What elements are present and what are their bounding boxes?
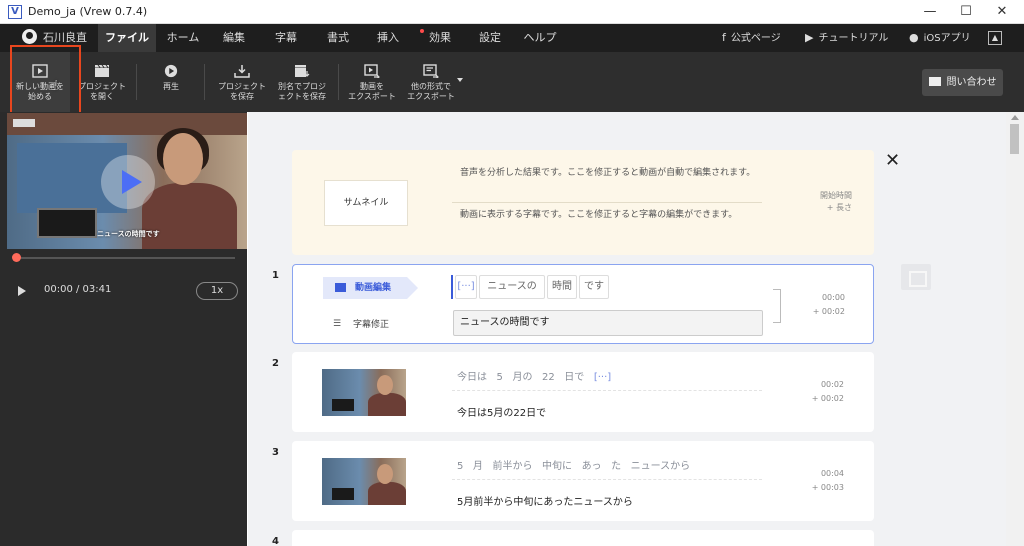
guide-time-label: 開始時間 + 長さ xyxy=(820,191,852,212)
new-badge-dot xyxy=(420,29,424,33)
menu-bar: 石川良直 ファイル ホーム 編集 字幕 書式 挿入 効果 設定 ヘルプ f 公式ペ… xyxy=(0,24,1024,52)
clapperboard-save-icon xyxy=(295,65,310,77)
export-video-button[interactable]: 動画を エクスポート xyxy=(344,52,400,112)
menu-insert[interactable]: 挿入 xyxy=(366,24,410,52)
clip-start-time: 00:04 xyxy=(820,469,844,478)
save-as-button[interactable]: 別名でプロジ ェクトを保存 xyxy=(274,52,330,112)
menu-settings[interactable]: 設定 xyxy=(468,24,512,52)
clip-card[interactable]: 今日は 5 月の 22 日で [···] 今日は5月の22日で 00:02 + … xyxy=(292,352,874,432)
clip-thumbnail[interactable] xyxy=(322,369,406,416)
subtitle-input[interactable]: ニュースの時間です xyxy=(453,310,763,336)
link-official-page[interactable]: f 公式ページ xyxy=(722,24,781,52)
menu-subtitle[interactable]: 字幕 xyxy=(264,24,308,52)
scroll-thumb[interactable] xyxy=(1010,124,1019,154)
clip-length: + 00:02 xyxy=(812,307,845,316)
video-badge xyxy=(13,119,35,127)
clip-card-selected[interactable]: 動画編集 ☰ 字幕修正 [···] ニュースの 時間 です ニュースの時間です 0… xyxy=(292,264,874,344)
toolbar-separator xyxy=(338,64,339,100)
word-chip[interactable]: です xyxy=(579,275,609,299)
seek-handle[interactable] xyxy=(12,253,21,262)
user-icon xyxy=(22,29,37,44)
thumbnail-label: サムネイル xyxy=(324,180,408,226)
video-edit-tab[interactable]: 動画編集 xyxy=(323,277,418,299)
clip-thumbnail[interactable] xyxy=(322,458,406,505)
close-guide-icon[interactable]: ✕ xyxy=(885,150,900,171)
clapperboard-icon xyxy=(95,64,109,77)
speed-button[interactable]: 1x xyxy=(196,282,238,300)
app-icon: V xyxy=(8,5,22,19)
export-video-icon xyxy=(364,64,380,78)
link-tutorial[interactable]: ▶ チュートリアル xyxy=(805,24,888,52)
export-other-button[interactable]: 他の形式で エクスポート xyxy=(402,52,460,112)
timecode: 00:00 / 03:41 xyxy=(44,284,112,295)
open-project-button[interactable]: プロジェクト を開く xyxy=(74,52,130,112)
clip-length: + 00:03 xyxy=(811,483,844,492)
clip-list: ✕ サムネイル 音声を分析した結果です。ここを修正すると動画が自動で編集されます… xyxy=(248,112,1006,546)
menu-help[interactable]: ヘルプ xyxy=(518,24,562,52)
clapperboard-icon xyxy=(335,283,346,292)
video-preview[interactable]: ニュースの時間です xyxy=(7,113,247,249)
title-bar: V Demo_ja (Vrew 0.7.4) — ☐ ✕ xyxy=(0,0,1024,24)
subtitle-edit-tab[interactable]: ☰ 字幕修正 xyxy=(333,317,389,330)
merge-bracket xyxy=(773,289,781,323)
collapse-toolbar-icon[interactable]: ▲ xyxy=(988,31,1002,45)
text-cursor xyxy=(451,275,453,299)
play-circle-icon xyxy=(164,64,178,78)
clip-number: 2 xyxy=(272,358,279,369)
export-dropdown-icon[interactable] xyxy=(457,78,463,82)
clip-start-time: 00:02 xyxy=(820,380,844,389)
mail-icon xyxy=(928,77,941,86)
seek-bar[interactable] xyxy=(12,253,235,262)
guide-text-audio: 音声を分析した結果です。ここを修正すると動画が自動で編集されます。 xyxy=(460,168,756,178)
play-overlay-icon[interactable] xyxy=(101,155,155,209)
download-icon xyxy=(234,65,250,78)
youtube-icon: ▶ xyxy=(805,31,814,44)
clip-card[interactable]: 5 月 前半から 中旬に あっ た ニュースから 5月前半から中旬にあったニュー… xyxy=(292,441,874,521)
preview-panel: ニュースの時間です 00:00 / 03:41 1x xyxy=(0,112,247,546)
menu-format[interactable]: 書式 xyxy=(316,24,360,52)
subtitle-text[interactable]: 今日は5月の22日で xyxy=(457,404,546,419)
clip-start-time: 00:00 xyxy=(821,293,845,302)
guide-card: サムネイル 音声を分析した結果です。ここを修正すると動画が自動で編集されます。 … xyxy=(292,150,874,255)
scroll-up-icon[interactable] xyxy=(1011,115,1019,120)
word-chip-gap[interactable]: [···] xyxy=(455,275,477,299)
contact-button[interactable]: 問い合わせ xyxy=(922,69,1003,96)
menu-file[interactable]: ファイル xyxy=(98,24,156,52)
window-title: Demo_ja (Vrew 0.7.4) xyxy=(28,5,148,18)
export-format-icon xyxy=(423,64,439,78)
toolbar-separator xyxy=(204,64,205,100)
word-chip[interactable]: ニュースの xyxy=(479,275,545,299)
vertical-scrollbar[interactable] xyxy=(1006,112,1024,546)
facebook-icon: f xyxy=(722,31,726,44)
menu-edit[interactable]: 編集 xyxy=(212,24,256,52)
close-window-button[interactable]: ✕ xyxy=(987,2,1017,22)
maximize-button[interactable]: ☐ xyxy=(951,2,981,22)
clip-number: 1 xyxy=(272,270,279,281)
word-chip[interactable]: 時間 xyxy=(547,275,577,299)
subtitle-text[interactable]: 5月前半から中旬にあったニュースから xyxy=(457,493,633,508)
play-button[interactable]: 再生 xyxy=(146,52,196,112)
menu-home[interactable]: ホーム xyxy=(160,24,206,52)
toolbar-separator xyxy=(136,64,137,100)
clip-length: + 00:02 xyxy=(811,394,844,403)
hand-cursor-icon: ☝ xyxy=(50,78,59,94)
word-line[interactable]: 今日は 5 月の 22 日で [···] xyxy=(457,368,611,383)
save-project-button[interactable]: プロジェクト を保存 xyxy=(212,52,272,112)
play-icon[interactable] xyxy=(18,286,26,296)
user-name: 石川良直 xyxy=(43,31,87,44)
clip-card[interactable] xyxy=(292,530,874,546)
menu-effects[interactable]: 効果 xyxy=(418,24,462,52)
apple-icon: ● xyxy=(909,31,919,44)
clip-number: 4 xyxy=(272,536,279,546)
guide-text-subtitle: 動画に表示する字幕です。ここを修正すると字幕の編集ができます。 xyxy=(460,210,738,220)
toolbar: 新しい動画を 始める プロジェクト を開く 再生 プロジェクト を保存 別名でプ… xyxy=(0,52,1024,112)
word-line[interactable]: 5 月 前半から 中旬に あっ た ニュースから xyxy=(457,457,690,472)
link-ios-app[interactable]: ● iOSアプリ xyxy=(909,24,971,52)
subtitle-lines-icon: ☰ xyxy=(333,319,342,329)
minimize-button[interactable]: — xyxy=(915,2,945,22)
subtitle-panel-icon[interactable] xyxy=(901,264,931,290)
video-caption: ニュースの時間です xyxy=(97,230,160,238)
clip-number: 3 xyxy=(272,447,279,458)
